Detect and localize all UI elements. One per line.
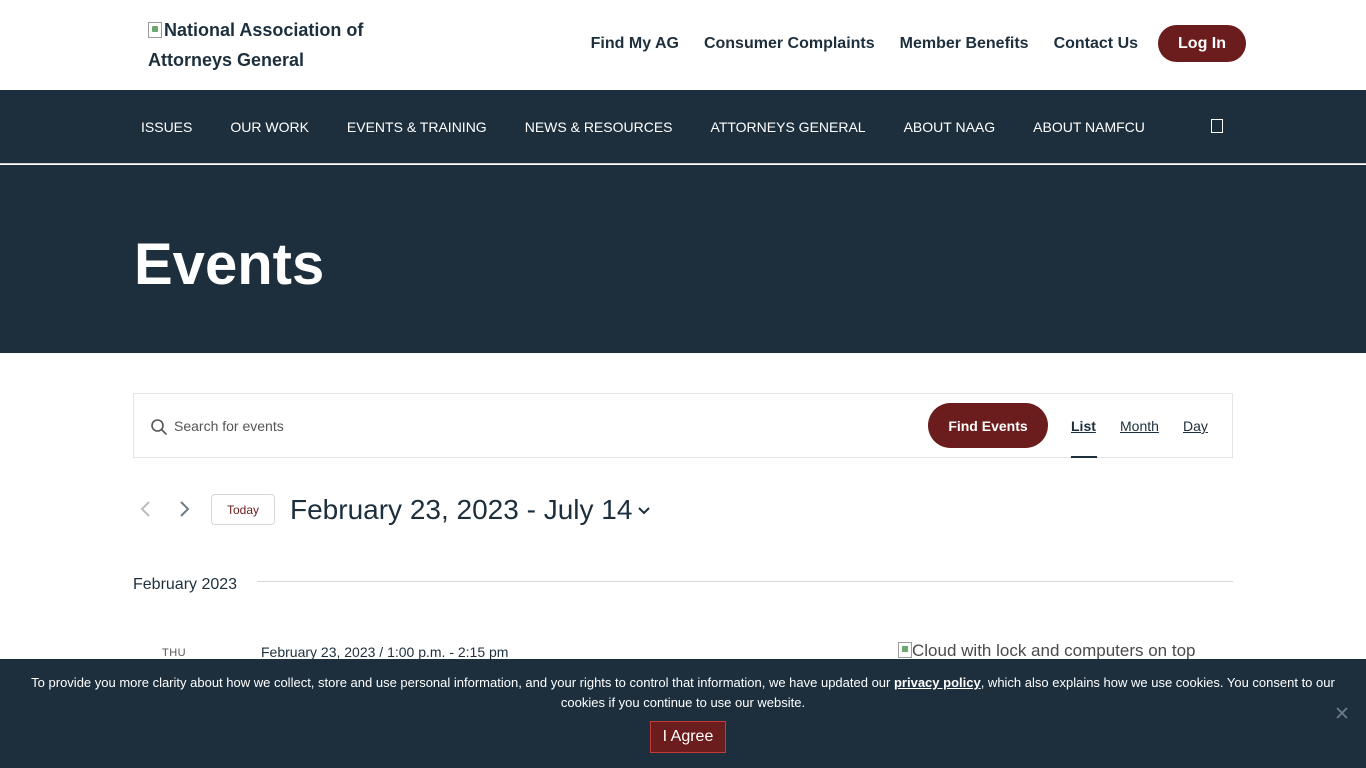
logo-alt-text: National Association of Attorneys Genera… (148, 20, 364, 70)
cookie-banner: To provide you more clarity about how we… (0, 659, 1366, 768)
event-weekday: THU (162, 647, 187, 659)
utility-nav: Find My AG Consumer Complaints Member Be… (566, 25, 1246, 62)
date-range-label: February 23, 2023 - July 14 (290, 494, 633, 525)
nav-item-about-namfcu[interactable]: ABOUT NAMFCU (1033, 119, 1145, 135)
month-separator-label: February 2023 (133, 576, 238, 593)
broken-image-icon (898, 642, 912, 658)
broken-image-icon (148, 22, 162, 38)
top-bar: National Association of Attorneys Genera… (0, 0, 1366, 90)
util-link-member-benefits[interactable]: Member Benefits (900, 35, 1029, 53)
util-link-find-my-ag[interactable]: Find My AG (591, 35, 679, 53)
cookie-notice-text: To provide you more clarity about how we… (20, 673, 1346, 713)
close-icon[interactable] (1334, 705, 1350, 721)
nav-item-about-naag[interactable]: ABOUT NAAG (904, 119, 996, 135)
hero-banner: Events (0, 165, 1366, 353)
chevron-down-icon (638, 507, 651, 515)
month-separator-line (257, 581, 1233, 582)
view-tab-month[interactable]: Month (1120, 418, 1159, 434)
login-button[interactable]: Log In (1158, 25, 1246, 62)
search-icon (151, 419, 167, 435)
view-tab-list[interactable]: List (1071, 418, 1096, 434)
privacy-policy-link[interactable]: privacy policy (894, 675, 981, 690)
nav-item-events-training[interactable]: EVENTS & TRAINING (347, 119, 487, 135)
nav-item-attorneys-general[interactable]: ATTORNEYS GENERAL (711, 119, 866, 135)
find-events-button[interactable]: Find Events (928, 403, 1048, 448)
active-view-indicator (1071, 456, 1097, 458)
chevron-right-icon[interactable] (175, 500, 193, 518)
today-button[interactable]: Today (211, 494, 275, 525)
cookie-text-before: To provide you more clarity about how we… (31, 675, 894, 690)
search-input[interactable] (174, 412, 774, 440)
util-link-contact-us[interactable]: Contact Us (1054, 35, 1138, 53)
nav-item-news-resources[interactable]: NEWS & RESOURCES (525, 119, 673, 135)
date-range-picker[interactable]: February 23, 2023 - July 14 (290, 492, 651, 528)
event-image-alt: Cloud with lock and computers on top (912, 641, 1196, 660)
page-title: Events (134, 232, 325, 297)
nav-item-our-work[interactable]: OUR WORK (230, 119, 309, 135)
view-tab-day[interactable]: Day (1183, 418, 1208, 434)
events-search-bar: Find Events List Month Day (133, 393, 1233, 458)
site-logo[interactable]: National Association of Attorneys Genera… (148, 15, 388, 75)
util-link-consumer-complaints[interactable]: Consumer Complaints (704, 35, 875, 53)
main-nav: ISSUES OUR WORK EVENTS & TRAINING NEWS &… (0, 90, 1366, 164)
search-icon[interactable] (1211, 119, 1223, 133)
nav-item-issues[interactable]: ISSUES (141, 119, 192, 135)
event-image[interactable]: Cloud with lock and computers on top (898, 641, 1228, 661)
i-agree-button[interactable]: I Agree (650, 721, 726, 753)
chevron-left-icon[interactable] (137, 500, 155, 518)
event-datetime: February 23, 2023 / 1:00 p.m. - 2:15 pm (261, 644, 509, 660)
